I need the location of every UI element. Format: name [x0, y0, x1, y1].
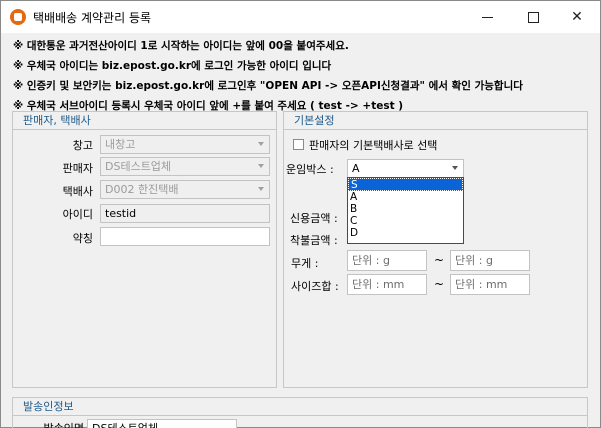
courier-select[interactable]: D002 한진택배	[100, 180, 270, 199]
size-to-input[interactable]: 단위 : mm	[450, 274, 530, 295]
alias-input[interactable]	[100, 227, 270, 246]
chevron-down-icon	[258, 187, 264, 191]
id-label: 아이디	[62, 208, 93, 221]
title-bar: 택배배송 계약관리 등록 ✕	[1, 1, 600, 33]
size-to-placeholder: 단위 : mm	[455, 278, 508, 291]
box-option-d[interactable]: D	[348, 227, 463, 239]
minimize-button[interactable]	[464, 1, 510, 33]
box-option-a[interactable]: A	[348, 191, 463, 203]
chevron-down-icon	[258, 164, 264, 168]
close-icon: ✕	[571, 9, 583, 25]
sender-name-input[interactable]: DS테스트업체	[87, 419, 237, 428]
notice-line: ※ 인증키 및 보안키는 biz.epost.go.kr에 로그인후 "OPEN…	[13, 80, 523, 92]
maximize-icon	[527, 11, 539, 23]
sender-info-group-title: 발송인정보	[13, 398, 587, 416]
id-field[interactable]: testid	[100, 204, 270, 223]
box-label: 운임박스 :	[286, 163, 334, 176]
app-logo-icon	[10, 9, 26, 25]
size-range-separator: ~	[434, 277, 445, 291]
box-dropdown-list: S A B C D	[347, 177, 464, 244]
weight-to-input[interactable]: 단위 : g	[450, 250, 530, 271]
default-courier-checkbox-label: 판매자의 기본택배사로 선택	[309, 139, 438, 152]
notice-list: ※ 대한통운 과거전산아이디 1로 시작하는 아이디는 앞에 00을 붙여주세요…	[13, 38, 598, 118]
warehouse-value: 내창고	[105, 138, 136, 151]
minimize-icon	[481, 16, 493, 18]
courier-label: 택배사	[62, 185, 93, 198]
weight-to-placeholder: 단위 : g	[455, 254, 493, 267]
notice-line: ※ 우체국 아이디는 biz.epost.go.kr에 로그인 가능한 아이디 …	[13, 60, 332, 72]
box-select[interactable]: A	[347, 159, 464, 178]
weight-label: 무게 :	[291, 257, 319, 270]
basic-settings-group-title: 기본설정	[284, 112, 587, 130]
seller-courier-group-title: 판매자, 택배사	[13, 112, 276, 130]
notice-line: ※ 대한통운 과거전산아이디 1로 시작하는 아이디는 앞에 00을 붙여주세요…	[13, 40, 349, 52]
weight-range-separator: ~	[434, 253, 445, 267]
close-button[interactable]: ✕	[554, 1, 600, 33]
seller-label: 판매자	[62, 162, 93, 175]
weight-from-placeholder: 단위 : g	[352, 254, 390, 267]
warehouse-select[interactable]: 내창고	[100, 135, 270, 154]
box-option-c[interactable]: C	[348, 215, 463, 227]
contract-window: 택배배송 계약관리 등록 ✕ ※ 대한통운 과거전산아이디 1로 시작하는 아이…	[0, 0, 601, 428]
seller-select[interactable]: DS테스트업체	[100, 157, 270, 176]
warehouse-label: 창고	[72, 139, 93, 152]
default-courier-checkbox[interactable]	[293, 139, 304, 150]
size-from-input[interactable]: 단위 : mm	[347, 274, 427, 295]
box-option-b[interactable]: B	[348, 203, 463, 215]
seller-value: DS테스트업체	[105, 160, 172, 173]
courier-value: D002 한진택배	[105, 183, 179, 196]
collect-label: 착불금액 :	[290, 234, 338, 247]
maximize-button[interactable]	[510, 1, 556, 33]
size-from-placeholder: 단위 : mm	[352, 278, 405, 291]
sender-name-label: 발송인명	[36, 420, 84, 428]
chevron-down-icon	[452, 166, 458, 170]
box-option-s[interactable]: S	[348, 178, 463, 191]
chevron-down-icon	[258, 142, 264, 146]
window-title: 택배배송 계약관리 등록	[33, 11, 152, 25]
size-label: 사이즈합 :	[291, 280, 339, 293]
alias-label: 약칭	[72, 232, 93, 245]
credit-label: 신용금액 :	[290, 212, 338, 225]
box-value: A	[352, 162, 360, 175]
weight-from-input[interactable]: 단위 : g	[347, 250, 427, 271]
